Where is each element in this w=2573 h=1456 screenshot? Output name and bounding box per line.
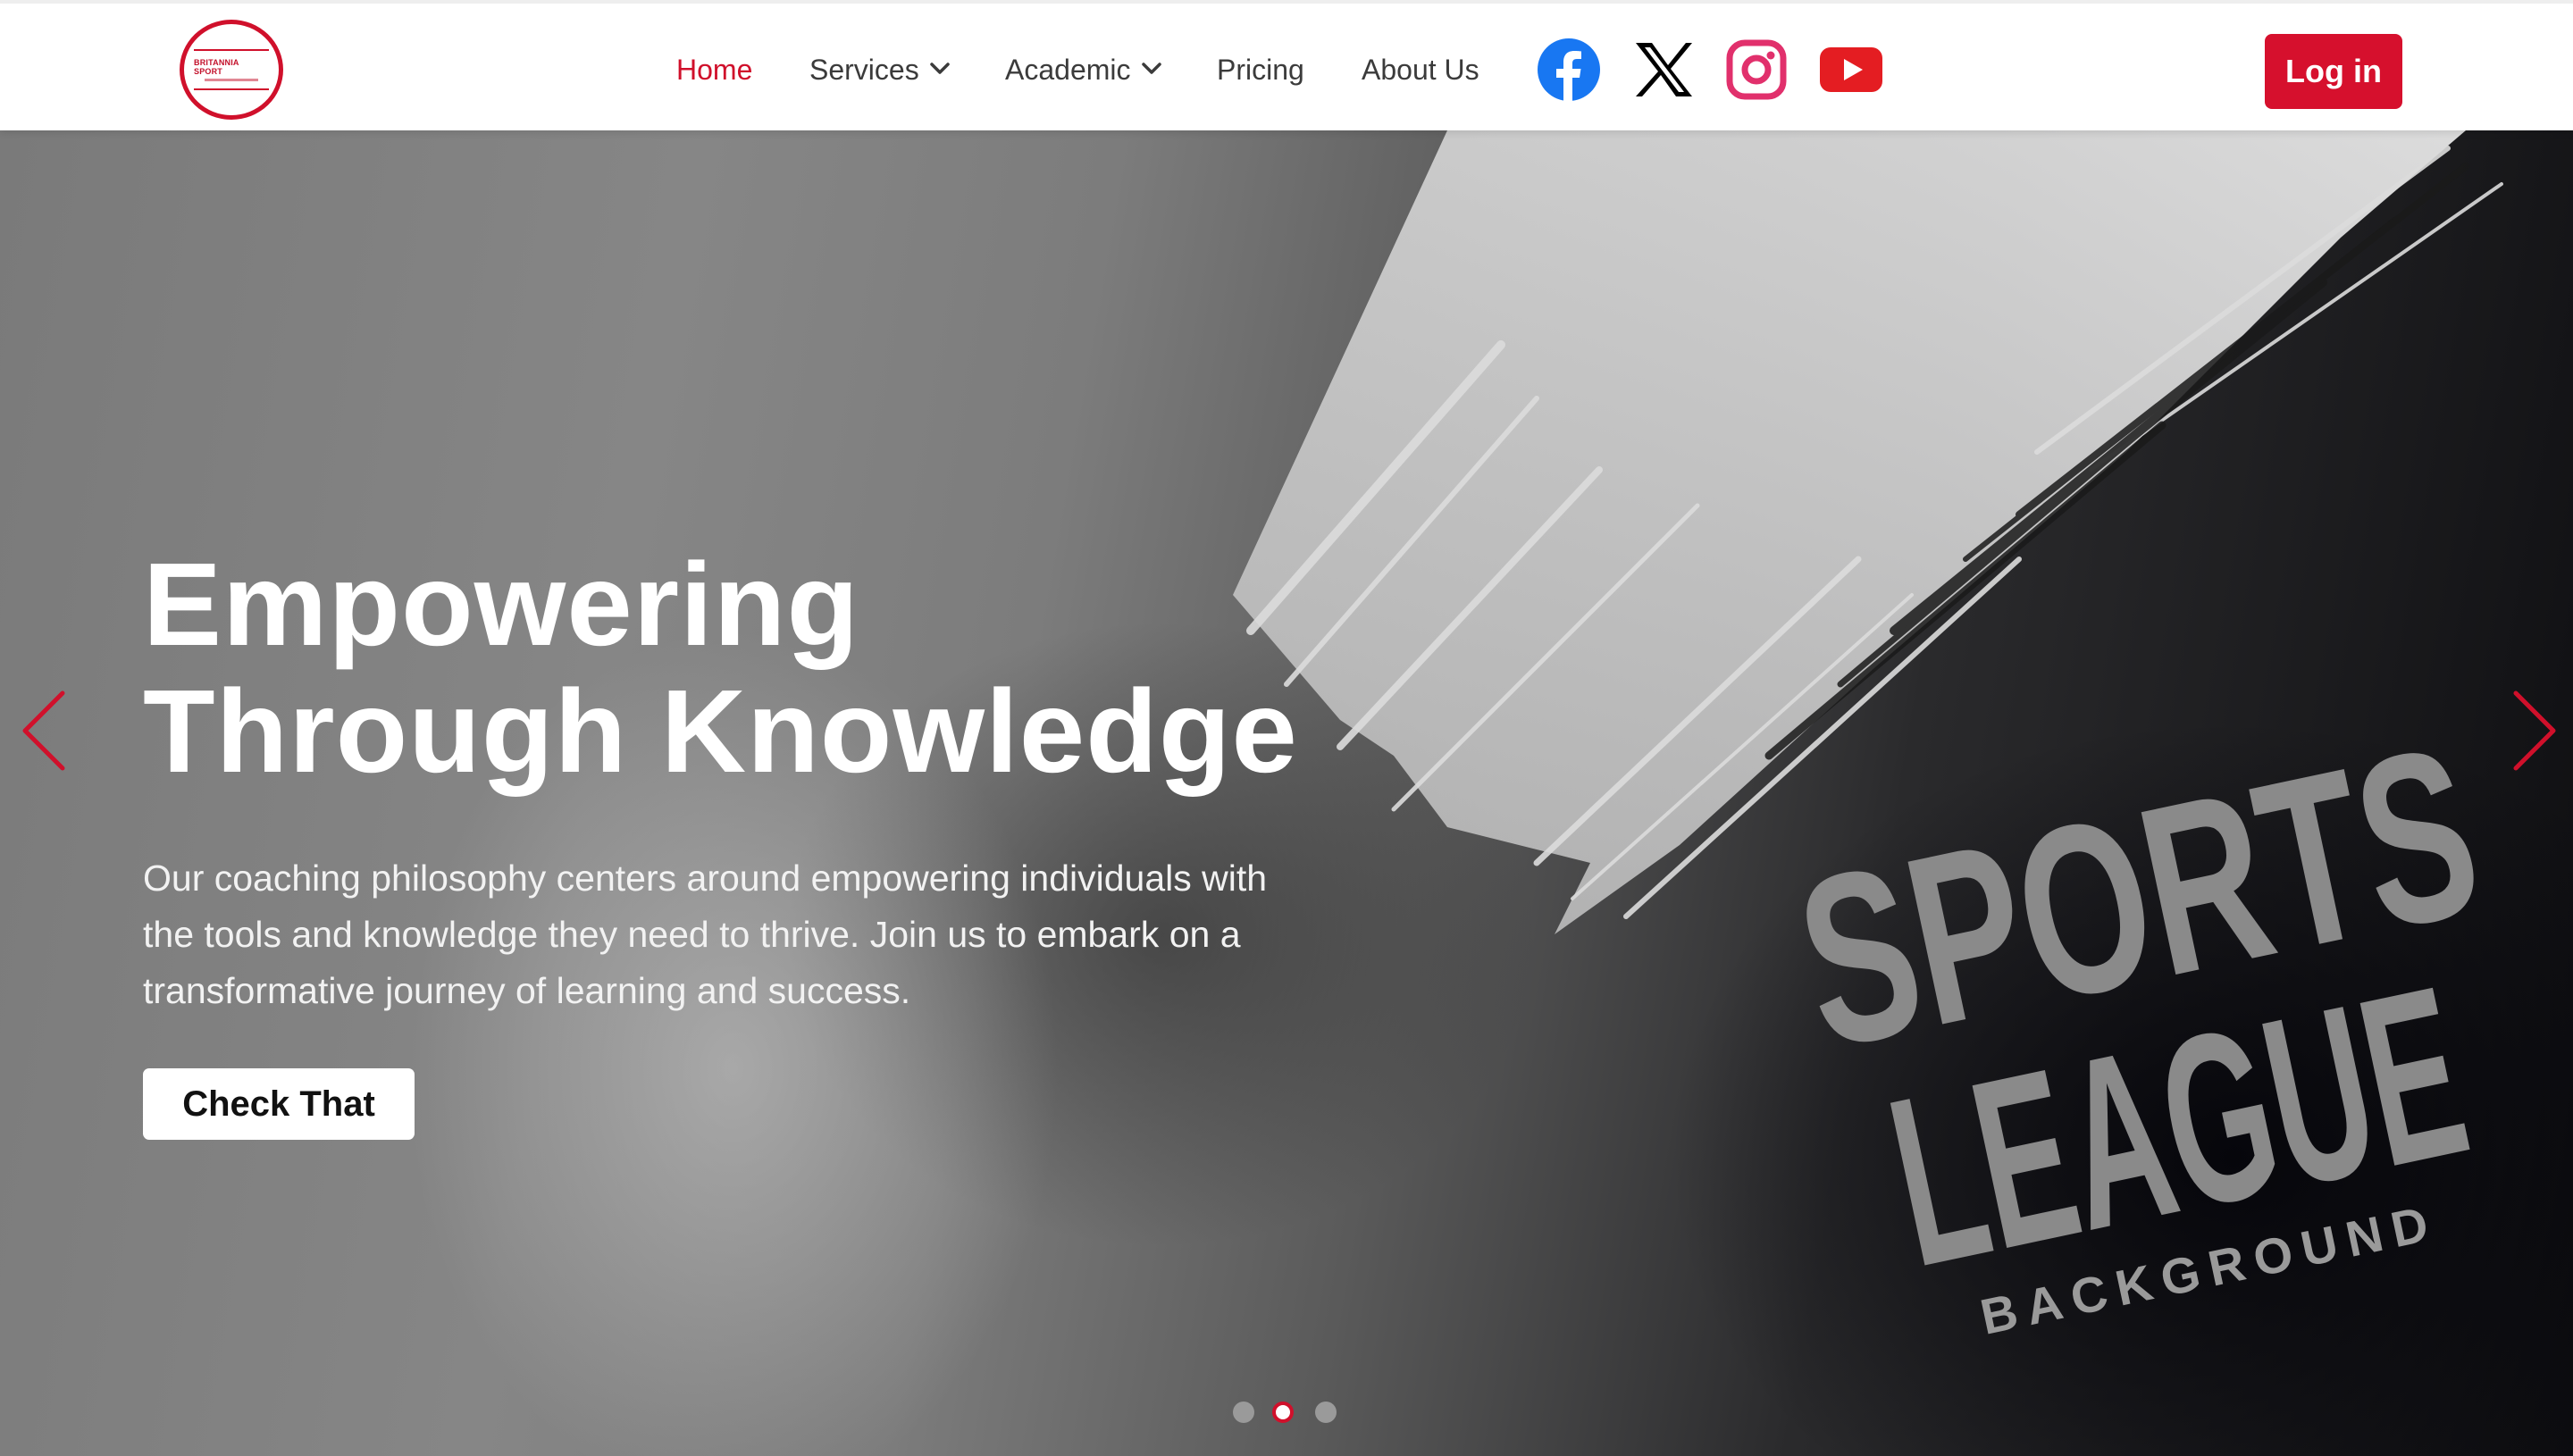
youtube-link[interactable] [1819,38,1883,102]
nav-item-academic[interactable]: Academic [1005,54,1161,86]
sports-league-artwork: SPORTS LEAGUE BACKGROUND [1779,696,2499,1345]
carousel-next-button[interactable] [2507,686,2560,775]
nav-item-about-us[interactable]: About Us [1362,54,1479,86]
nav-item-pricing[interactable]: Pricing [1217,54,1304,86]
carousel-dot-2[interactable] [1272,1402,1294,1423]
top-navbar: BRITANNIA SPORT Home Services Academic P… [0,0,2573,130]
nav-item-home[interactable]: Home [676,54,752,86]
youtube-icon [1820,47,1882,92]
chevron-left-icon [22,690,65,771]
nav-item-label: Academic [1005,54,1131,86]
facebook-icon [1538,38,1600,101]
instagram-icon [1726,39,1787,100]
carousel-dot-3[interactable] [1315,1402,1337,1423]
instagram-link[interactable] [1724,38,1789,102]
nav-item-label: About Us [1362,54,1479,86]
chevron-down-icon [1141,63,1161,74]
facebook-link[interactable] [1537,38,1601,102]
carousel-indicators [1233,1399,1340,1426]
chevron-right-icon [2513,690,2556,771]
hero-title: Empowering Through Knowledge [143,541,1394,795]
nav-item-label: Pricing [1217,54,1304,86]
nav-item-label: Services [809,54,919,86]
main-navigation: Home Services Academic Pricing About Us [0,4,2573,134]
hero-carousel: SPORTS LEAGUE BACKGROUND Empowering Thro… [0,130,2573,1456]
check-that-button[interactable]: Check That [143,1068,415,1140]
x-icon [1636,43,1692,96]
hero-description: Our coaching philosophy centers around e… [143,858,1268,1011]
nav-item-label: Home [676,54,753,86]
nav-item-services[interactable]: Services [809,54,950,86]
carousel-dot-1[interactable] [1233,1402,1254,1423]
login-button[interactable]: Log in [2265,34,2402,109]
chevron-down-icon [929,63,950,74]
x-link[interactable] [1631,38,1696,102]
hero-title-line2: Through Knowledge [143,665,1298,797]
hero-title-line1: Empowering [143,539,860,670]
carousel-prev-button[interactable] [18,686,71,775]
